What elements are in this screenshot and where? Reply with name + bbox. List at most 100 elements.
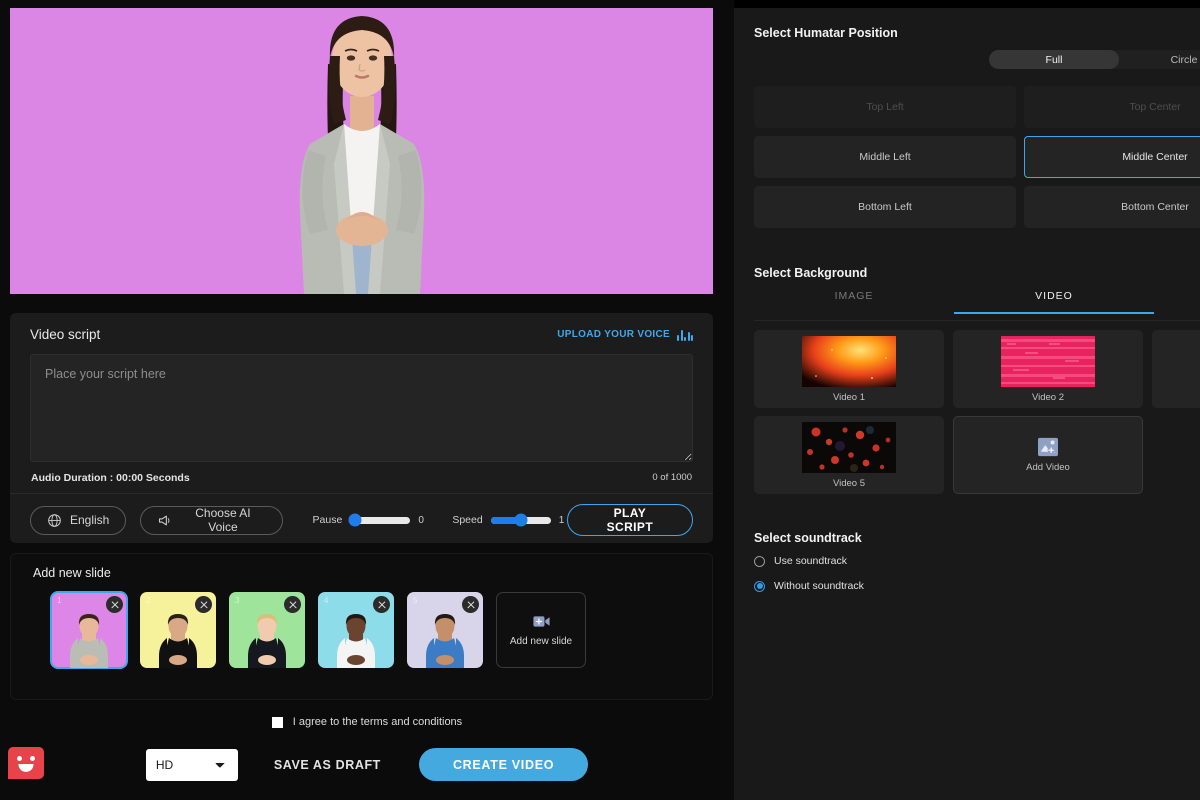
soundtrack-option-use[interactable]: Use soundtrack <box>754 555 847 567</box>
slides-title: Add new slide <box>11 554 712 580</box>
choose-ai-voice-label: Choose AI Voice <box>180 506 265 534</box>
audio-duration-label: Audio Duration : 00:00 Seconds <box>31 472 190 484</box>
save-as-draft-button[interactable]: SAVE AS DRAFT <box>274 758 381 772</box>
background-card-video-1[interactable]: Video 1 <box>754 330 944 408</box>
upload-your-voice-label: UPLOAD YOUR VOICE <box>557 329 670 340</box>
position-cell-top-left: Top Left <box>754 86 1016 128</box>
pause-slider[interactable] <box>350 517 410 524</box>
select-humatar-position-title: Select Humatar Position <box>734 8 1200 40</box>
background-card-empty[interactable] <box>1152 330 1200 408</box>
upload-your-voice-button[interactable]: UPLOAD YOUR VOICE <box>557 329 693 341</box>
choose-ai-voice-button[interactable]: Choose AI Voice <box>140 506 282 535</box>
video-editor-app: Video script UPLOAD YOUR VOICE Audio Dur… <box>0 0 1200 800</box>
background-caption: Video 2 <box>1032 392 1064 403</box>
slide-thumbnail[interactable]: 1 <box>51 592 127 668</box>
shape-toggle-full[interactable]: Full <box>989 50 1119 69</box>
voice-controls-row: English Choose AI Voice Pause 0 <box>10 494 713 546</box>
slide-avatar <box>64 612 114 668</box>
terms-checkbox[interactable] <box>272 717 283 728</box>
pause-label: Pause <box>313 514 343 526</box>
slide-thumbnail[interactable]: 4 <box>318 592 394 668</box>
slide-number: 3 <box>235 596 239 605</box>
slide-avatar <box>331 612 381 668</box>
footer-actions: HD SAVE AS DRAFT CREATE VIDEO <box>0 748 734 781</box>
soundtrack-option-without[interactable]: Without soundtrack <box>754 580 864 592</box>
background-card-video-2[interactable]: Video 2 <box>953 330 1143 408</box>
slide-avatar <box>420 612 470 668</box>
character-count-label: 0 of 1000 <box>652 472 692 484</box>
quality-select[interactable]: HD <box>146 749 238 781</box>
waveform-icon <box>677 329 693 341</box>
speed-slider-group: Speed 1 <box>452 514 566 526</box>
background-thumbnail <box>802 422 896 473</box>
script-meta-row: Audio Duration : 00:00 Seconds 0 of 1000 <box>10 462 713 484</box>
add-new-slide-label: Add new slide <box>510 636 572 647</box>
add-video-label: Add Video <box>1026 462 1070 473</box>
remove-slide-icon[interactable] <box>106 596 123 613</box>
language-button[interactable]: English <box>30 506 126 535</box>
terms-label: I agree to the terms and conditions <box>293 716 462 728</box>
language-label: English <box>70 513 109 527</box>
position-cell-middle-left[interactable]: Middle Left <box>754 136 1016 178</box>
background-tab-image[interactable]: IMAGE <box>754 290 954 314</box>
slides-card: Add new slide 1 2 <box>10 553 713 700</box>
position-cell-middle-center[interactable]: Middle Center <box>1024 136 1200 178</box>
create-video-button[interactable]: CREATE VIDEO <box>419 748 588 781</box>
right-settings-panel: Select Humatar Position FullCircle Top L… <box>734 8 1200 800</box>
speed-slider[interactable] <box>491 517 551 524</box>
megaphone-icon <box>157 513 172 528</box>
background-card-video-5[interactable]: Video 5 <box>754 416 944 494</box>
position-cell-bottom-center[interactable]: Bottom Center <box>1024 186 1200 228</box>
slide-thumbnail[interactable]: 3 <box>229 592 305 668</box>
add-new-slide-button[interactable]: Add new slide <box>496 592 586 668</box>
speed-value: 1 <box>559 515 567 526</box>
background-tab-video[interactable]: VIDEO <box>954 290 1154 314</box>
humatar-shape-toggle: FullCircle <box>989 50 1200 69</box>
play-script-button[interactable]: PLAY SCRIPT <box>567 504 693 536</box>
slide-thumbnail[interactable]: 5 <box>407 592 483 668</box>
radio-use-soundtrack[interactable] <box>754 556 765 567</box>
remove-slide-icon[interactable] <box>373 596 390 613</box>
remove-slide-icon[interactable] <box>195 596 212 613</box>
script-header: Video script UPLOAD YOUR VOICE <box>10 313 713 350</box>
position-cell-top-center: Top Center <box>1024 86 1200 128</box>
select-soundtrack-title: Select soundtrack <box>754 531 862 545</box>
background-thumbnail <box>802 336 896 387</box>
pause-value: 0 <box>418 515 426 526</box>
background-tabs-underline <box>754 320 1200 321</box>
globe-icon <box>47 513 62 528</box>
slide-thumbnail[interactable]: 2 <box>140 592 216 668</box>
background-grid: Video 1 Video 2 Video 5 <box>754 330 1200 494</box>
speed-slider-knob[interactable] <box>514 514 527 527</box>
add-image-icon <box>1037 437 1059 457</box>
slide-avatar <box>242 612 292 668</box>
avatar-preview-stage[interactable] <box>10 8 713 294</box>
background-caption: Video 1 <box>833 392 865 403</box>
select-background-title: Select Background <box>754 266 867 280</box>
left-column: Video script UPLOAD YOUR VOICE Audio Dur… <box>0 0 734 800</box>
script-input[interactable] <box>30 354 693 462</box>
slides-strip: 1 2 3 <box>11 580 712 668</box>
speed-label: Speed <box>452 514 482 526</box>
radio-without-soundtrack[interactable] <box>754 581 765 592</box>
add-video-card[interactable]: Add Video <box>953 416 1143 494</box>
avatar-figure <box>286 8 438 294</box>
slide-number: 5 <box>413 596 417 605</box>
pause-slider-group: Pause 0 <box>313 514 427 526</box>
radio-without-soundtrack-label: Without soundtrack <box>774 580 864 592</box>
slide-avatar <box>153 612 203 668</box>
position-grid: Top LeftTop CenterMiddle LeftMiddle Cent… <box>754 86 1200 228</box>
remove-slide-icon[interactable] <box>284 596 301 613</box>
background-thumbnail <box>1001 336 1095 387</box>
video-script-card: Video script UPLOAD YOUR VOICE Audio Dur… <box>10 313 713 543</box>
slide-number: 2 <box>146 596 150 605</box>
video-script-title: Video script <box>30 327 100 342</box>
chat-smiley-icon[interactable] <box>8 747 44 779</box>
shape-toggle-circle[interactable]: Circle <box>1119 50 1200 69</box>
radio-use-soundtrack-label: Use soundtrack <box>774 555 847 567</box>
position-cell-bottom-left[interactable]: Bottom Left <box>754 186 1016 228</box>
remove-slide-icon[interactable] <box>462 596 479 613</box>
slide-number: 4 <box>324 596 328 605</box>
terms-row: I agree to the terms and conditions <box>0 716 734 728</box>
pause-slider-knob[interactable] <box>349 514 362 527</box>
